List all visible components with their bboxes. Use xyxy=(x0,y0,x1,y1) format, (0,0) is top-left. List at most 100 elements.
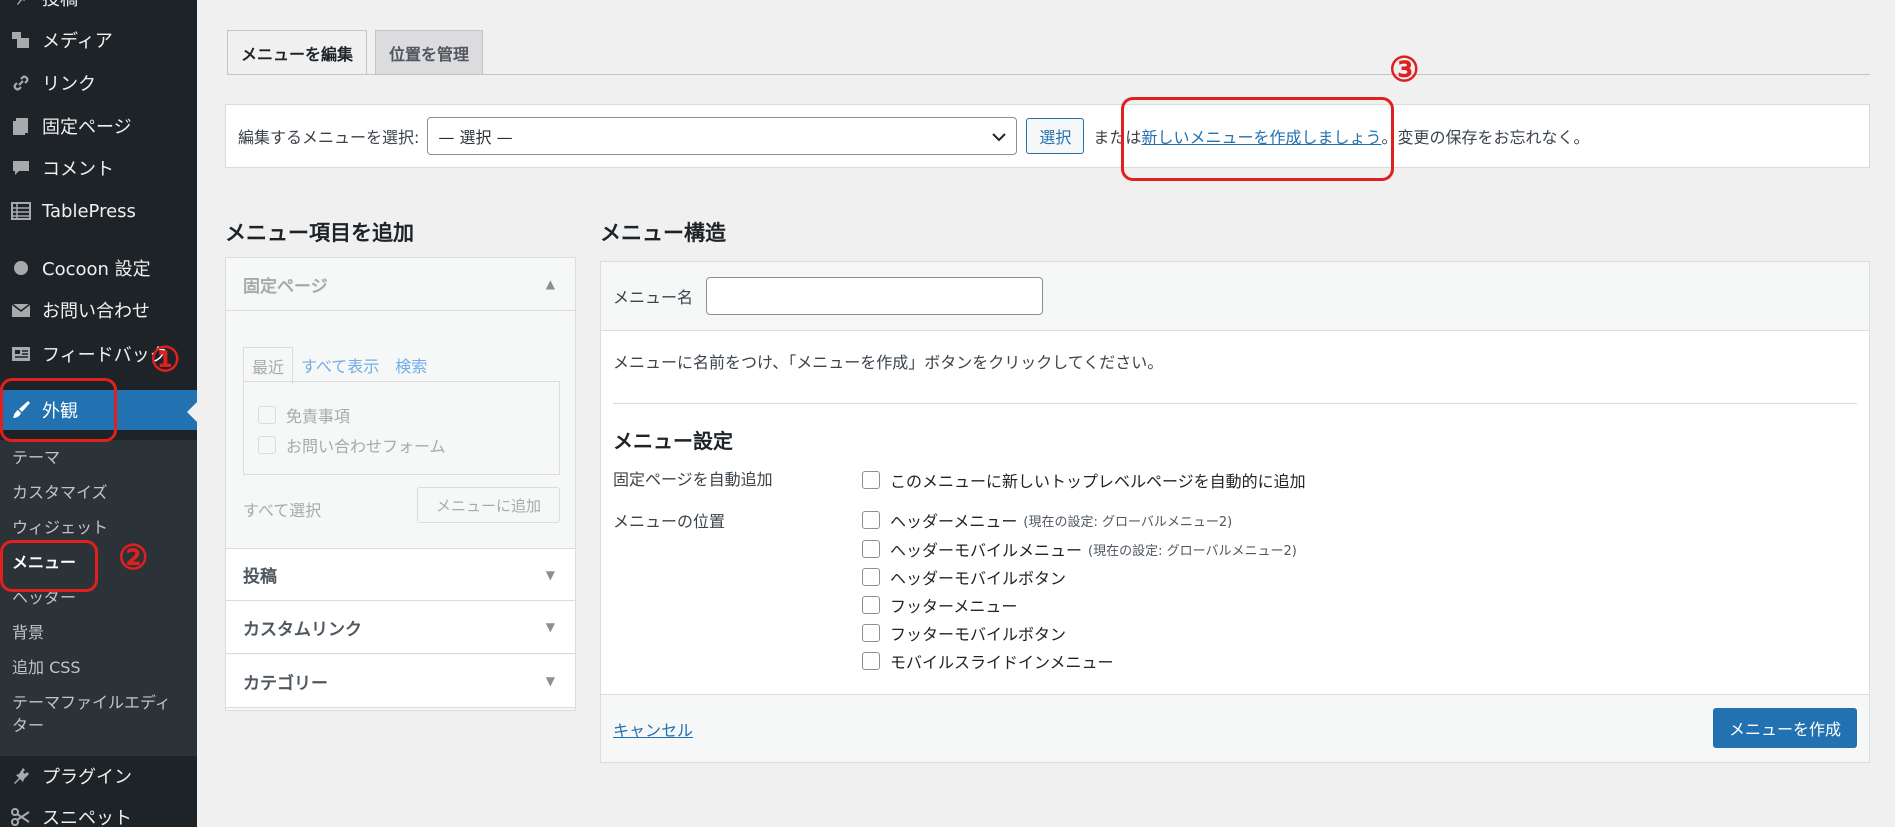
accordion-posts[interactable]: 投稿 ▼ xyxy=(226,548,575,601)
submenu-item-customize[interactable]: カスタマイズ xyxy=(12,483,108,503)
location-option[interactable]: ヘッダーモバイルボタン xyxy=(862,565,1066,589)
pages-icon xyxy=(8,113,34,139)
sidebar-item-label: スニペット xyxy=(42,808,132,827)
location-option[interactable]: フッターメニュー xyxy=(862,593,1017,617)
sidebar-item-label: プラグイン xyxy=(42,767,132,788)
select-menu-label: 編集するメニューを選択: xyxy=(238,128,420,147)
checkbox[interactable] xyxy=(862,511,880,529)
sidebar-item-label: リンク xyxy=(42,74,96,95)
select-all-label[interactable]: すべて選択 xyxy=(243,497,321,521)
location-option[interactable]: フッターモバイルボタン xyxy=(862,621,1066,645)
menu-structure-panel: メニュー名 メニューに名前をつけ、「メニューを作成」ボタンをクリックしてください… xyxy=(600,261,1870,763)
sidebar-item-label: お問い合わせ xyxy=(42,301,150,322)
divider xyxy=(613,403,1857,404)
sidebar-item-label: コメント xyxy=(42,159,114,180)
submenu-item-widgets[interactable]: ウィジェット xyxy=(12,518,108,538)
pages-list: 免責事項 お問い合わせフォーム xyxy=(243,381,560,475)
checkbox[interactable] xyxy=(862,652,880,670)
appearance-submenu: テーマ カスタマイズ ウィジェット メニュー ヘッダー 背景 追加 CSS テー… xyxy=(0,440,197,756)
tab-search[interactable]: 検索 xyxy=(387,347,435,385)
auto-add-label: 固定ページを自動追加 xyxy=(613,470,773,489)
location-name: フッターモバイルボタン xyxy=(890,625,1067,644)
location-option[interactable]: ヘッダーモバイルメニュー (現在の設定: グローバルメニュー2) xyxy=(862,537,1297,561)
accordion-label: カスタムリンク xyxy=(243,619,362,640)
submenu-item-theme-editor[interactable]: テーマファイルエディ xyxy=(12,693,171,713)
sidebar-item-label: 投稿 xyxy=(42,0,78,11)
checkbox[interactable] xyxy=(258,406,276,424)
instruction-text: メニューに名前をつけ、「メニューを作成」ボタンをクリックしてください。 xyxy=(613,353,1164,372)
add-to-menu-button[interactable]: メニューに追加 xyxy=(417,487,560,523)
arrow-down-icon: ▼ xyxy=(545,620,555,634)
page-option[interactable]: 免責事項 xyxy=(258,403,350,427)
checkbox[interactable] xyxy=(862,471,880,489)
add-items-title: メニュー項目を追加 xyxy=(225,221,414,245)
auto-add-option[interactable]: このメニューに新しいトップレベルページを自動的に追加 xyxy=(862,468,1306,492)
sidebar-item-comments[interactable]: コメント xyxy=(0,148,197,188)
checkbox[interactable] xyxy=(258,436,276,454)
sidebar-item-label: 固定ページ xyxy=(42,117,132,138)
checkbox[interactable] xyxy=(862,540,880,558)
page-option[interactable]: お問い合わせフォーム xyxy=(258,433,446,457)
page-option-label: 免責事項 xyxy=(286,407,351,426)
sidebar-item-contact[interactable]: お問い合わせ xyxy=(0,290,197,330)
submenu-item-additional-css[interactable]: 追加 CSS xyxy=(12,658,81,678)
submenu-item-themes[interactable]: テーマ xyxy=(12,448,60,468)
arrow-down-icon: ▼ xyxy=(545,567,555,582)
accordion-label: カテゴリー xyxy=(243,673,328,694)
submenu-item-theme-editor-cont: ター xyxy=(12,716,45,735)
accordion-categories[interactable]: カテゴリー ▼ xyxy=(226,655,575,708)
location-name: ヘッダーモバイルメニュー xyxy=(890,541,1083,560)
dropdown-selected-value: — 選択 — xyxy=(438,128,513,147)
checkbox[interactable] xyxy=(862,624,880,642)
sidebar-item-links[interactable]: リンク xyxy=(0,63,197,103)
location-option[interactable]: モバイルスライドインメニュー xyxy=(862,649,1114,673)
accordion-pages[interactable]: 固定ページ ▲ xyxy=(226,258,575,311)
add-items-panel: 固定ページ ▲ 最近 すべて表示 検索 免責事項 お問い合わせフォーム すべて選… xyxy=(225,257,576,711)
sidebar-item-posts[interactable]: 投稿 xyxy=(0,0,197,18)
comment-icon xyxy=(8,155,34,181)
pages-inner-tabs: 最近 すべて表示 検索 xyxy=(243,347,435,385)
tab-edit-menus[interactable]: メニューを編集 xyxy=(227,30,368,75)
plugin-icon xyxy=(8,763,34,789)
menu-name-input[interactable] xyxy=(706,277,1044,315)
arrow-up-icon: ▲ xyxy=(545,277,555,291)
sidebar-item-snippets[interactable]: スニペット xyxy=(0,797,197,827)
save-reminder-text: 。変更の保存をお忘れなく。 xyxy=(1381,128,1590,147)
scissors-icon xyxy=(8,804,34,827)
tab-recent[interactable]: 最近 xyxy=(243,347,294,385)
sidebar-item-pages[interactable]: 固定ページ xyxy=(0,106,197,146)
select-button[interactable]: 選択 xyxy=(1026,118,1085,154)
menu-location-label: メニューの位置 xyxy=(613,512,726,531)
panel-footer: キャンセル メニューを作成 xyxy=(601,694,1869,762)
menu-select-dropdown[interactable]: — 選択 — xyxy=(427,117,1018,155)
checkbox[interactable] xyxy=(862,568,880,586)
tab-view-all[interactable]: すべて表示 xyxy=(293,347,387,385)
table-icon xyxy=(8,198,34,224)
location-option[interactable]: ヘッダーメニュー (現在の設定: グローバルメニュー2) xyxy=(862,508,1232,532)
sidebar-item-cocoon[interactable]: Cocoon 設定 xyxy=(0,248,197,288)
menu-name-label: メニュー名 xyxy=(613,288,694,307)
link-icon xyxy=(8,70,34,96)
chevron-down-icon xyxy=(992,127,1007,146)
sidebar-item-plugins[interactable]: プラグイン xyxy=(0,756,197,796)
accordion-label: 投稿 xyxy=(243,567,277,587)
create-menu-button[interactable]: メニューを作成 xyxy=(1712,708,1857,748)
annotation-box-1 xyxy=(0,378,117,442)
media-icon xyxy=(8,27,34,53)
location-name: ヘッダーモバイルボタン xyxy=(890,569,1067,588)
location-note: (現在の設定: グローバルメニュー2) xyxy=(1023,514,1233,530)
sidebar-item-tablepress[interactable]: TablePress xyxy=(0,191,197,231)
sidebar-item-media[interactable]: メディア xyxy=(0,20,197,60)
accordion-custom-links[interactable]: カスタムリンク ▼ xyxy=(226,601,575,654)
sidebar-item-label: フィードバック xyxy=(42,345,168,366)
feedback-icon xyxy=(8,341,34,367)
sidebar-item-label: TablePress xyxy=(42,200,136,222)
annotation-number-1: ① xyxy=(150,340,181,380)
submenu-item-background[interactable]: 背景 xyxy=(12,623,44,643)
tab-manage-locations[interactable]: 位置を管理 xyxy=(375,30,484,75)
location-name: ヘッダーメニュー xyxy=(890,512,1018,531)
checkbox[interactable] xyxy=(862,596,880,614)
location-name: フッターメニュー xyxy=(890,597,1018,616)
menu-name-row: メニュー名 xyxy=(601,262,1869,331)
cancel-link[interactable]: キャンセル xyxy=(613,717,693,741)
